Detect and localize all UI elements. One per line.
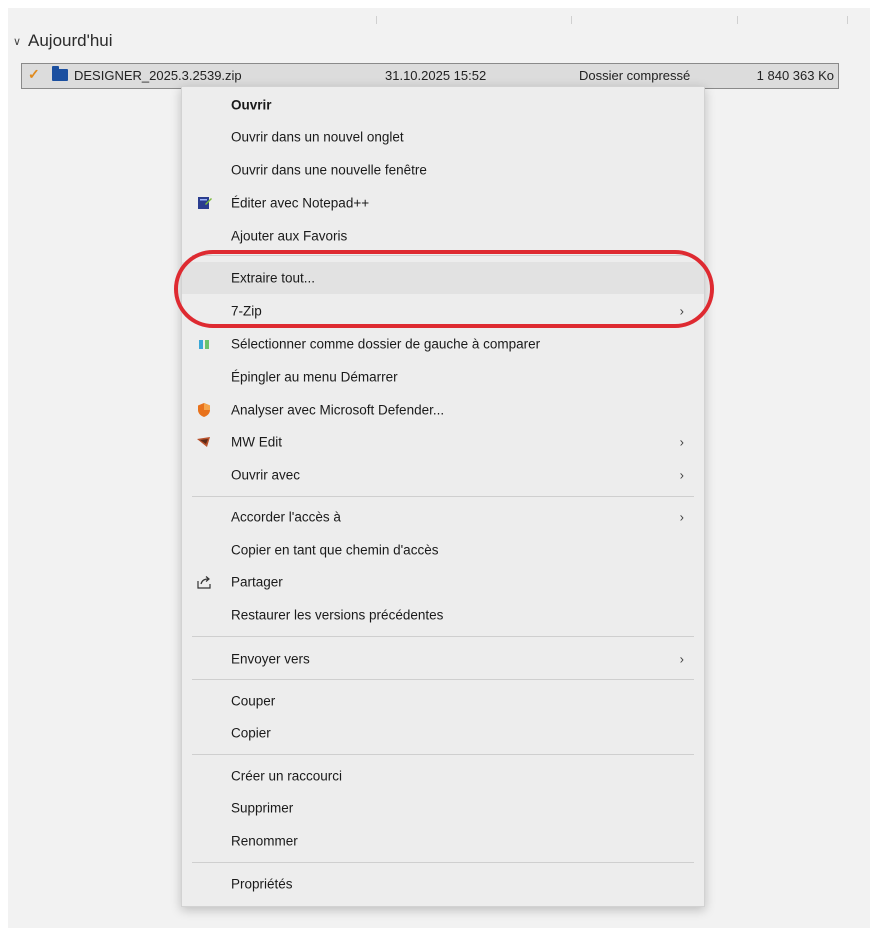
menu-item-label: Envoyer vers (231, 651, 310, 667)
menu-item-label: Couper (231, 693, 276, 709)
menu-item-rename[interactable]: Renommer (182, 825, 704, 857)
file-size: 1 840 363 Ko (756, 68, 834, 83)
chevron-right-icon: › (679, 651, 684, 667)
menu-item-label: MW Edit (231, 434, 283, 450)
menu-item-label: Renommer (231, 833, 298, 849)
menu-item-mw-edit[interactable]: MW Edit › (182, 426, 704, 458)
menu-item-edit-notepadpp[interactable]: Éditer avec Notepad++ (182, 187, 704, 219)
menu-item-extract-all[interactable]: Extraire tout... (182, 262, 704, 294)
menu-item-label: Ouvrir dans un nouvel onglet (231, 129, 404, 145)
share-icon (195, 573, 213, 591)
mw-edit-icon (195, 433, 213, 451)
menu-item-open-new-tab[interactable]: Ouvrir dans un nouvel onglet (182, 121, 704, 153)
menu-item-label: Copier en tant que chemin d'accès (231, 542, 439, 558)
column-divider[interactable] (571, 16, 572, 24)
menu-item-compare-left[interactable]: Sélectionner comme dossier de gauche à c… (182, 328, 704, 360)
menu-separator (192, 679, 694, 680)
menu-item-delete[interactable]: Supprimer (182, 792, 704, 824)
menu-item-label: Ouvrir (231, 97, 272, 113)
menu-item-copy[interactable]: Copier (182, 717, 704, 749)
column-divider[interactable] (376, 16, 377, 24)
chevron-right-icon: › (679, 467, 684, 483)
menu-item-send-to[interactable]: Envoyer vers › (182, 643, 704, 675)
menu-item-label: 7-Zip (231, 303, 262, 319)
menu-separator (192, 496, 694, 497)
menu-item-label: Épingler au menu Démarrer (231, 369, 398, 385)
menu-item-label: Analyser avec Microsoft Defender... (231, 402, 445, 418)
column-divider[interactable] (847, 16, 848, 24)
chevron-right-icon: › (679, 434, 684, 450)
menu-separator (192, 862, 694, 863)
menu-item-share[interactable]: Partager (182, 566, 704, 598)
menu-item-open[interactable]: Ouvrir (182, 89, 704, 121)
menu-item-label: Sélectionner comme dossier de gauche à c… (231, 336, 541, 352)
file-date: 31.10.2025 15:52 (385, 68, 487, 83)
menu-item-label: Copier (231, 725, 271, 741)
menu-item-label: Extraire tout... (231, 270, 316, 286)
menu-item-label: Accorder l'accès à (231, 509, 341, 525)
menu-item-label: Propriétés (231, 876, 293, 892)
file-name: DESIGNER_2025.3.2539.zip (74, 68, 242, 83)
menu-separator (192, 255, 694, 256)
group-header-label: Aujourd'hui (28, 31, 113, 50)
menu-item-pin-start[interactable]: Épingler au menu Démarrer (182, 361, 704, 393)
zip-folder-icon (52, 66, 68, 81)
group-header-today[interactable]: ∨ Aujourd'hui (10, 28, 113, 54)
menu-item-7zip[interactable]: 7-Zip › (182, 295, 704, 327)
menu-item-label: Ouvrir dans une nouvelle fenêtre (231, 162, 427, 178)
checkmark-icon[interactable]: ✓ (28, 66, 40, 83)
chevron-right-icon: › (679, 509, 684, 525)
menu-item-copy-path[interactable]: Copier en tant que chemin d'accès (182, 534, 704, 566)
menu-item-restore-versions[interactable]: Restaurer les versions précédentes (182, 599, 704, 631)
chevron-right-icon: › (679, 303, 684, 319)
menu-item-label: Ajouter aux Favoris (231, 228, 348, 244)
menu-item-properties[interactable]: Propriétés (182, 868, 704, 900)
menu-separator (192, 636, 694, 637)
file-type: Dossier compressé (579, 68, 691, 83)
defender-shield-icon (195, 401, 213, 419)
menu-separator (192, 754, 694, 755)
menu-item-create-shortcut[interactable]: Créer un raccourci (182, 760, 704, 792)
menu-item-label: Éditer avec Notepad++ (231, 195, 370, 211)
chevron-down-icon[interactable]: ∨ (10, 35, 24, 48)
menu-item-label: Partager (231, 574, 283, 590)
menu-item-grant-access[interactable]: Accorder l'accès à › (182, 501, 704, 533)
menu-item-cut[interactable]: Couper (182, 685, 704, 717)
menu-item-label: Ouvrir avec (231, 467, 301, 483)
menu-item-label: Restaurer les versions précédentes (231, 607, 444, 623)
column-divider[interactable] (737, 16, 738, 24)
menu-item-label: Créer un raccourci (231, 768, 343, 784)
menu-item-label: Supprimer (231, 800, 294, 816)
context-menu: Ouvrir Ouvrir dans un nouvel onglet Ouvr… (181, 86, 705, 907)
menu-item-add-favorites[interactable]: Ajouter aux Favoris (182, 220, 704, 252)
menu-item-scan-defender[interactable]: Analyser avec Microsoft Defender... (182, 394, 704, 426)
menu-item-open-with[interactable]: Ouvrir avec › (182, 459, 704, 491)
compare-icon (195, 335, 213, 353)
notepad-plus-plus-icon (195, 194, 213, 212)
menu-item-open-new-window[interactable]: Ouvrir dans une nouvelle fenêtre (182, 154, 704, 186)
